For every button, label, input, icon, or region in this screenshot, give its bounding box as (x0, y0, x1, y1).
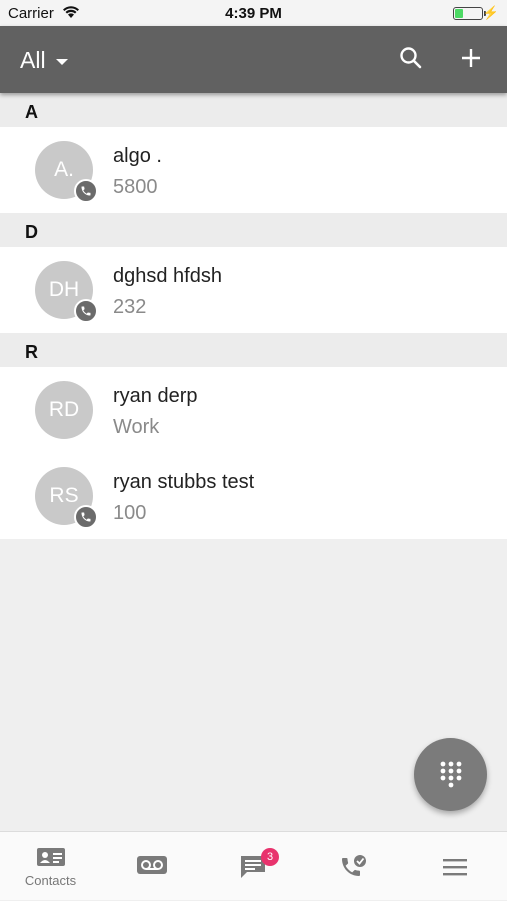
phone-icon (74, 179, 98, 203)
battery-icon (453, 7, 486, 20)
phone-icon (74, 299, 98, 323)
voicemail-icon (136, 856, 167, 874)
status-bar: Carrier 4:39 PM ⚡ (0, 0, 507, 26)
call-history-icon (341, 855, 366, 876)
contact-list: A A. algo . 5800 D DH dghsd hfdsh 232 R … (0, 93, 507, 539)
bottom-nav: Contacts 3 (0, 831, 507, 900)
tab-contacts[interactable]: Contacts (0, 832, 101, 901)
tab-contacts-label: Contacts (24, 873, 77, 888)
contact-name: dghsd hfdsh (113, 265, 222, 287)
app-header: All (0, 26, 507, 93)
plus-icon (462, 49, 480, 67)
contact-detail: 100 (113, 502, 147, 524)
avatar: RD (35, 381, 93, 439)
contact-detail: 232 (113, 296, 147, 318)
filter-dropdown[interactable]: All (20, 47, 68, 74)
contact-name: ryan stubbs test (113, 471, 255, 493)
contact-row-dghsd[interactable]: DH dghsd hfdsh 232 (0, 247, 507, 333)
contact-name: ryan derp (113, 385, 198, 407)
contact-row-algo[interactable]: A. algo . 5800 (0, 127, 507, 213)
tab-messages[interactable]: 3 (202, 832, 303, 901)
dialpad-icon (440, 761, 461, 787)
contact-name: algo . (113, 145, 162, 167)
contact-row-ryan-derp[interactable]: RD ryan derp Work (0, 367, 507, 453)
contact-detail: 5800 (113, 176, 158, 198)
add-contact-button[interactable] (457, 44, 485, 72)
filter-label: All (20, 47, 46, 73)
section-header-d: D (0, 213, 507, 247)
tab-voicemail[interactable] (101, 832, 202, 901)
dialpad-button[interactable] (414, 738, 487, 811)
search-icon (400, 47, 422, 69)
contact-detail: Work (113, 416, 160, 438)
messages-badge: 3 (261, 848, 279, 866)
tab-call-history[interactable] (303, 832, 404, 901)
caret-down-icon (55, 59, 68, 65)
status-time: 4:39 PM (225, 5, 282, 22)
phone-icon (74, 505, 98, 529)
tab-menu[interactable] (404, 832, 505, 901)
contacts-icon (36, 848, 65, 866)
section-header-a: A (0, 93, 507, 127)
search-button[interactable] (397, 44, 425, 72)
menu-icon (442, 859, 467, 876)
charging-icon: ⚡ (482, 5, 499, 20)
section-header-r: R (0, 333, 507, 367)
contact-row-ryan-stubbs[interactable]: RS ryan stubbs test 100 (0, 453, 507, 539)
